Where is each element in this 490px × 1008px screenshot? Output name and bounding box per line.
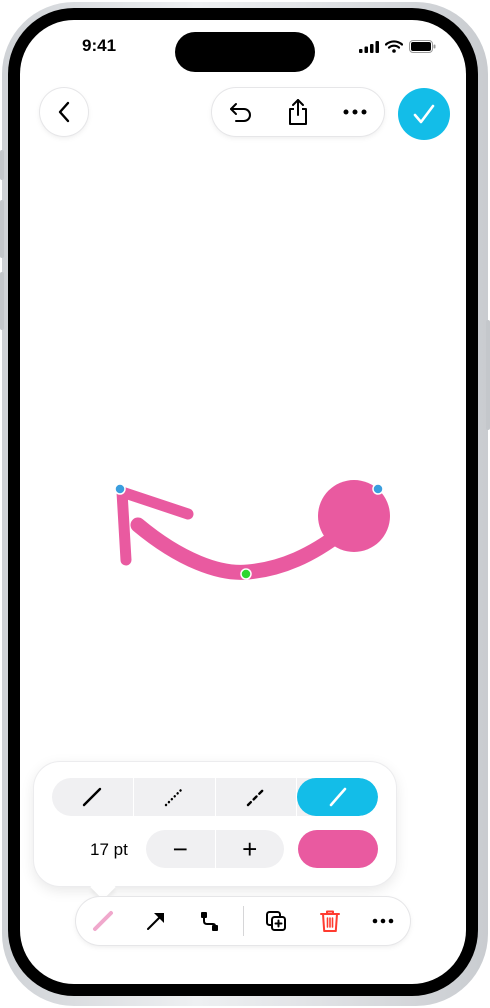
side-button-volume-down <box>0 272 4 330</box>
ellipsis-icon <box>372 918 394 924</box>
wifi-icon <box>385 40 403 53</box>
stroke-style-dotted[interactable] <box>134 778 216 816</box>
stroke-style-dashed[interactable] <box>216 778 298 816</box>
done-button[interactable] <box>398 88 450 140</box>
endpoint-handle-start[interactable] <box>114 483 126 495</box>
toolbar-more-button[interactable] <box>356 897 410 945</box>
stroke-color-well[interactable] <box>298 830 378 868</box>
bottom-toolbar <box>76 897 410 945</box>
stroke-size-stepper: − + <box>146 830 284 868</box>
stroke-style-icon <box>92 911 113 931</box>
side-button-power <box>486 320 490 430</box>
share-button[interactable] <box>276 90 320 134</box>
increment-button[interactable]: + <box>216 830 285 868</box>
stroke-style-panel: 17 pt − + <box>34 762 396 886</box>
chevron-left-icon <box>58 101 70 123</box>
dynamic-island <box>175 32 315 72</box>
arrow-icon <box>147 913 165 930</box>
undo-button[interactable] <box>219 90 263 134</box>
more-button[interactable] <box>333 90 377 134</box>
battery-icon <box>409 40 436 53</box>
brush-line-icon <box>329 787 346 807</box>
curve-control-handle[interactable] <box>240 568 252 580</box>
dotted-line-icon <box>164 787 184 807</box>
share-icon <box>288 99 307 125</box>
status-icons <box>359 40 436 53</box>
connection-icon <box>200 912 218 931</box>
side-button-action <box>0 150 4 180</box>
ellipsis-icon <box>343 109 367 115</box>
status-time: 9:41 <box>82 36 117 55</box>
side-button-volume-up <box>0 200 4 258</box>
decrement-button[interactable]: − <box>146 830 215 868</box>
arrow-head-stroke-2[interactable] <box>116 486 194 520</box>
back-button[interactable] <box>40 88 88 136</box>
screen: 9:41 17 pt − + <box>20 20 466 984</box>
endpoint-handle-end[interactable] <box>372 483 384 495</box>
arrow-end-button[interactable] <box>130 897 184 945</box>
trash-icon <box>319 910 340 932</box>
toolbar-divider <box>242 906 244 936</box>
duplicate-button[interactable] <box>249 897 303 945</box>
stroke-style-solid[interactable] <box>52 778 134 816</box>
arrow-head-stroke-1[interactable] <box>116 486 132 566</box>
cellular-signal-icon <box>359 40 379 53</box>
solid-line-icon <box>83 787 102 807</box>
stroke-style-segmented-control <box>52 778 378 816</box>
top-actions-pill <box>212 88 384 136</box>
undo-icon <box>229 103 251 122</box>
stroke-style-button[interactable] <box>76 897 130 945</box>
stroke-size-label: 17 pt <box>90 840 128 859</box>
stroke-style-brush[interactable] <box>297 778 378 816</box>
delete-button[interactable] <box>303 897 357 945</box>
checkmark-icon <box>413 104 435 124</box>
arrow-curve-stroke[interactable] <box>130 517 350 580</box>
dashed-line-icon <box>246 787 266 807</box>
duplicate-icon <box>266 911 287 931</box>
connection-style-button[interactable] <box>183 897 237 945</box>
